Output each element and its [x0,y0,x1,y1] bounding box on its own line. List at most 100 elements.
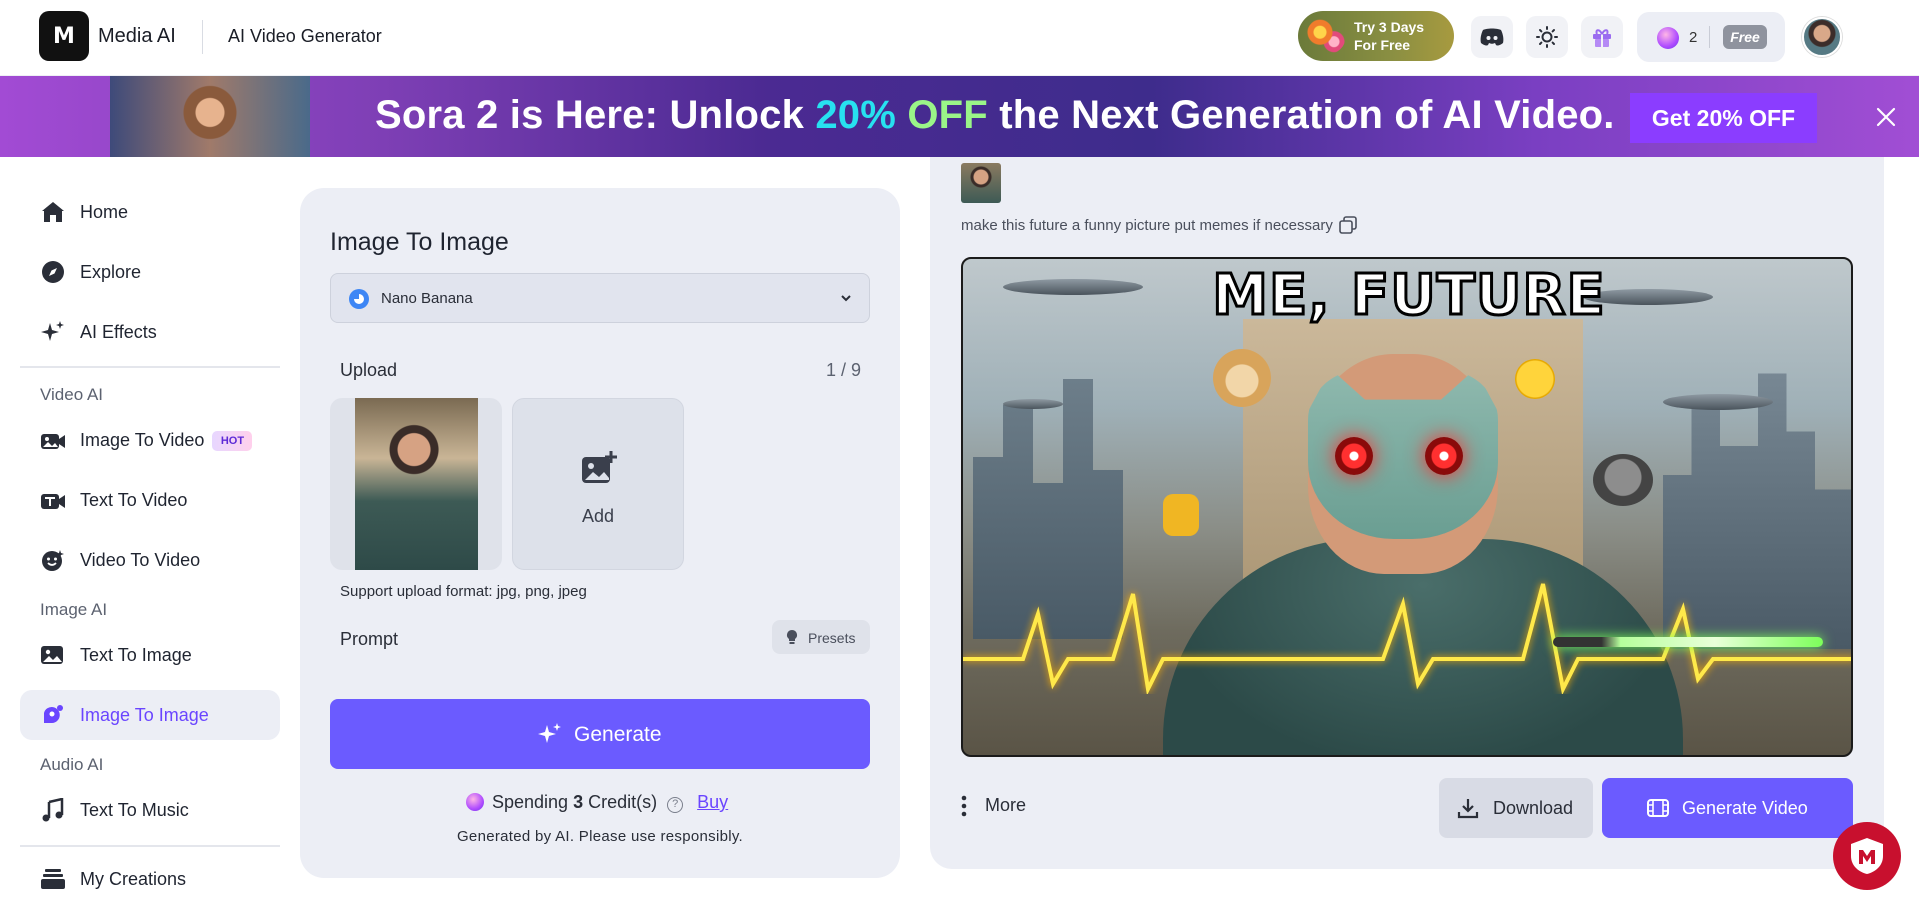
banner-highlight-percent: 20% [815,93,896,137]
sparkles-icon [538,722,562,746]
download-icon [1457,797,1479,819]
sidebar-item-explore[interactable]: Explore [20,247,280,297]
trial-line-2: For Free [1354,37,1411,53]
lightbulb-icon [784,629,800,645]
lightsaber-graphic [1553,637,1823,647]
spending-suffix: Credit(s) [588,792,658,812]
spaceship-graphic [1663,394,1773,410]
glowing-eye-left [1335,437,1373,475]
sidebar-label-image-to-video: Image To Video HOT [80,430,253,451]
sidebar-item-text-to-video[interactable]: Text To Video [20,475,280,525]
music-note-icon [40,798,66,822]
support-format-text: Support upload format: jpg, png, jpeg [340,583,587,600]
gift-button[interactable] [1581,16,1623,58]
header-divider [202,20,203,54]
shield-icon [1851,838,1883,874]
credit-gem-icon [1657,27,1679,49]
user-avatar[interactable] [1802,17,1842,57]
credit-separator [1709,26,1710,48]
face-video-icon [40,548,66,572]
generate-label: Generate [574,723,662,746]
presets-button[interactable]: Presets [772,620,870,654]
brand-name[interactable]: Media AI [98,25,176,48]
sidebar-label-home: Home [80,202,129,222]
copy-icon[interactable] [1339,216,1357,234]
media-ai-logo[interactable]: M [39,11,89,61]
home-icon [40,200,66,224]
download-label: Download [1493,798,1574,818]
sidebar-item-ai-effects[interactable]: AI Effects [20,307,280,357]
stack-icon [40,867,66,891]
source-image-thumbnail[interactable] [961,163,1001,203]
free-trial-button[interactable]: Try 3 Days For Free [1298,11,1454,61]
theme-toggle-button[interactable] [1526,16,1568,58]
flowers-icon [1306,17,1346,55]
gift-icon [1593,29,1611,47]
sidebar-item-my-creations[interactable]: My Creations [20,854,280,901]
image-transform-icon [40,703,66,727]
banner-image [110,76,310,157]
sparkles-icon [40,320,66,344]
promo-banner[interactable]: Sora 2 is Here: Unlock 20% OFF the Next … [0,76,1919,157]
generated-image[interactable]: ME, FUTURE [961,257,1853,757]
sidebar-item-home[interactable]: Home [20,187,280,237]
security-shield-button[interactable] [1833,822,1901,890]
form-title: Image To Image [330,228,509,256]
section-title-video-ai: Video AI [40,385,104,404]
banner-text-suffix: the Next Generation of AI Video. [987,93,1615,137]
sun-icon [1536,26,1558,48]
close-icon [1876,107,1896,127]
sidebar-item-text-to-image[interactable]: Text To Image [20,630,280,680]
sidebar-divider-bottom [20,845,280,847]
section-title-image-ai: Image AI [40,600,108,619]
trial-line-1: Try 3 Days [1354,19,1425,35]
credit-count: 2 [1689,29,1698,46]
spending-prefix: Spending [492,792,569,812]
sidebar-label-text-to-image: Text To Image [80,645,192,665]
banner-cta-button[interactable]: Get 20% OFF [1630,93,1817,143]
add-image-button[interactable]: Add [512,398,684,570]
banner-headline: Sora 2 is Here: Unlock 20% OFF the Next … [375,93,1615,138]
more-label: More [985,795,1027,815]
generate-button[interactable]: Generate [330,699,870,769]
sidebar-label-my-creations: My Creations [80,869,187,889]
sidebar-label-ai-effects: AI Effects [80,322,157,342]
image-to-image-form: Image To Image Nano Banana Upload 1 / 9 … [300,188,900,878]
doge-emoji [1213,349,1271,407]
download-button[interactable]: Download [1439,778,1593,838]
model-selected-value: Nano Banana [381,290,473,307]
video-frame-icon [1646,797,1670,819]
prompt-label: Prompt [340,629,399,649]
buy-link[interactable]: Buy [697,792,728,812]
sidebar-item-text-to-music[interactable]: Text To Music [20,785,280,835]
add-image-icon [581,451,617,485]
sidebar-label-image-to-image: Image To Image [80,705,209,725]
add-label: Add [581,506,615,526]
generate-video-label: Generate Video [1682,798,1808,818]
sidebar-label-text-to-music: Text To Music [80,800,189,820]
generate-video-button[interactable]: Generate Video [1602,778,1853,838]
flushed-emoji [1515,359,1555,399]
model-icon [349,289,369,309]
sidebar-item-image-to-image[interactable]: Image To Image [20,690,280,740]
help-icon[interactable]: ? [667,797,684,813]
banner-highlight-off: OFF [896,93,988,137]
app-title: AI Video Generator [228,26,382,46]
credits-pill[interactable]: 2 Free [1637,12,1785,62]
discord-button[interactable] [1471,16,1513,58]
text-video-icon [40,488,66,512]
sidebar-item-image-to-video[interactable]: Image To Video HOT [20,415,280,465]
credit-gem-icon [466,793,484,811]
glowing-eye-right [1425,437,1463,475]
banner-close-button[interactable] [1872,103,1900,131]
grumpy-cat-emoji [1593,454,1653,506]
image-video-icon [40,428,66,452]
uploaded-image-thumbnail[interactable] [330,398,502,570]
model-select[interactable]: Nano Banana [330,273,870,323]
sidebar-label-text-to-video: Text To Video [80,490,188,510]
spending-amount: 3 [573,792,584,812]
sidebar-label-explore: Explore [80,262,142,282]
meme-caption: ME, FUTURE [1211,262,1607,330]
sidebar-item-video-to-video[interactable]: Video To Video [20,535,280,585]
fist-emoji [1163,494,1199,536]
